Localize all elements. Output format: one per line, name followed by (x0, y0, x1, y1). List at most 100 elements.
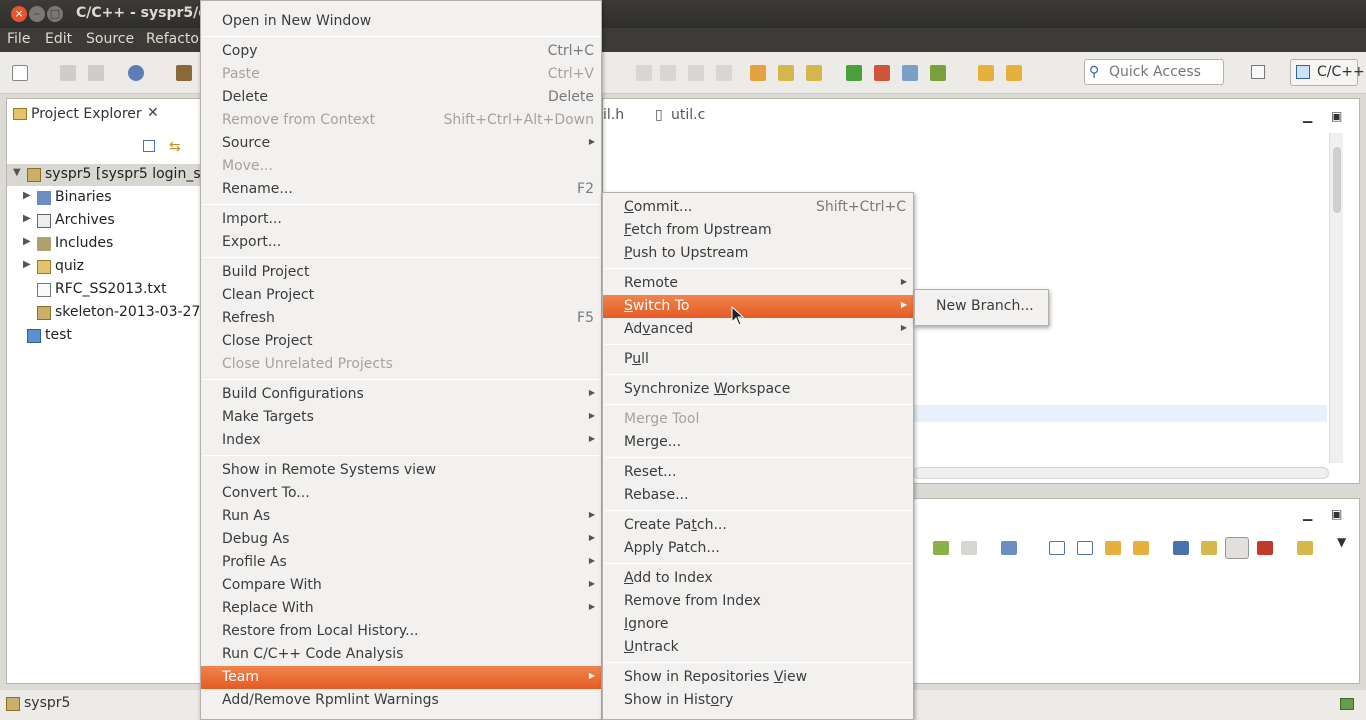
horizontal-scrollbar[interactable] (913, 467, 1329, 479)
menu-item-convert-to[interactable]: Convert To... (201, 482, 601, 505)
menu-item-merge[interactable]: Merge... (603, 431, 913, 454)
menu-item-run-code-analysis[interactable]: Run C/C++ Code Analysis (201, 643, 601, 666)
arrow-up-icon[interactable] (1133, 541, 1149, 555)
vertical-scrollbar[interactable] (1329, 133, 1343, 463)
collapse-all-icon[interactable] (143, 140, 155, 152)
menu-item-import[interactable]: Import... (201, 208, 601, 231)
menu-item-team[interactable]: Team ▶ (201, 666, 601, 689)
window-minimize-button[interactable]: – (29, 6, 45, 22)
menu-item-merge-tool[interactable]: Merge Tool (603, 408, 913, 431)
menu-item-reset[interactable]: Reset... (603, 461, 913, 484)
panel-tool-icon[interactable] (933, 541, 949, 555)
menu-refactor[interactable]: Refacto (146, 31, 199, 47)
build-hammer-icon[interactable] (176, 65, 192, 81)
settings-icon[interactable] (128, 65, 144, 81)
menu-item-apply-patch[interactable]: Apply Patch... (603, 537, 913, 560)
minimize-icon[interactable]: ▁ (1303, 507, 1312, 521)
expand-icon[interactable] (1049, 541, 1065, 555)
toolbar-icon[interactable] (660, 65, 676, 81)
menu-item-export[interactable]: Export... (201, 231, 601, 254)
menu-item-clean-project[interactable]: Clean Project (201, 284, 601, 307)
panel-tool-icon[interactable] (1173, 541, 1189, 555)
menu-item-paste[interactable]: Paste Ctrl+V (201, 63, 601, 86)
menu-item-remove-from-index[interactable]: Remove from Index (603, 590, 913, 613)
menu-item-rename[interactable]: Rename... F2 (201, 178, 601, 201)
window-close-button[interactable]: × (11, 6, 27, 22)
menu-item-rpmlint-warnings[interactable]: Add/Remove Rpmlint Warnings (201, 689, 601, 712)
panel-tool-icon[interactable] (1257, 541, 1273, 555)
tab-project-explorer[interactable]: Project Explorer ✕ (7, 99, 167, 129)
expand-arrow-icon[interactable]: ▼ (13, 167, 21, 178)
menu-item-rebase[interactable]: Rebase... (603, 484, 913, 507)
panel-tool-icon[interactable] (1201, 541, 1217, 555)
menu-item-refresh[interactable]: Refresh F5 (201, 307, 601, 330)
menu-item-advanced[interactable]: Advanced ▶ (603, 318, 913, 341)
menu-edit[interactable]: Edit (45, 31, 72, 47)
panel-tool-icon[interactable] (1297, 541, 1313, 555)
menu-source[interactable]: Source (86, 31, 134, 47)
new-icon[interactable] (12, 65, 28, 81)
menu-item-untrack[interactable]: Untrack (603, 636, 913, 659)
menu-item-copy[interactable]: Copy Ctrl+C (201, 40, 601, 63)
menu-item-move[interactable]: Move... (201, 155, 601, 178)
git-icon[interactable] (750, 65, 766, 81)
toolbar-icon[interactable] (636, 65, 652, 81)
menu-item-remove-from-context[interactable]: Remove from Context Shift+Ctrl+Alt+Down (201, 109, 601, 132)
expand-arrow-icon[interactable]: ▶ (23, 190, 31, 201)
tab-util-c[interactable]: util.c (671, 107, 705, 123)
menu-item-add-to-index[interactable]: Add to Index (603, 567, 913, 590)
menu-item-debug-as[interactable]: Debug As ▶ (201, 528, 601, 551)
tree-item[interactable]: ▶ Archives (7, 210, 207, 232)
menu-item-switch-to[interactable]: Switch To ▶ (603, 295, 913, 318)
toggle-button[interactable] (1225, 537, 1249, 559)
menu-item-pull[interactable]: Pull (603, 348, 913, 371)
arrow-down-icon[interactable] (1105, 541, 1121, 555)
menu-item-show-in-remote-systems[interactable]: Show in Remote Systems view (201, 459, 601, 482)
menu-item-replace-with[interactable]: Replace With ▶ (201, 597, 601, 620)
minimize-icon[interactable]: ▁ (1303, 109, 1312, 123)
tree-item[interactable]: test (7, 325, 207, 347)
menu-item-show-repositories-view[interactable]: Show in Repositories View (603, 666, 913, 689)
quick-access-input[interactable] (1109, 63, 1221, 81)
menu-item-push-upstream[interactable]: Push to Upstream (603, 242, 913, 265)
menu-item-compare-with[interactable]: Compare With ▶ (201, 574, 601, 597)
menu-item-delete[interactable]: Delete Delete (201, 86, 601, 109)
expand-arrow-icon[interactable]: ▶ (23, 259, 31, 270)
menu-file[interactable]: File (7, 31, 30, 47)
menu-item-make-targets[interactable]: Make Targets ▶ (201, 406, 601, 429)
menu-item-create-patch[interactable]: Create Patch... (603, 514, 913, 537)
menu-item-synchronize-workspace[interactable]: Synchronize Workspace (603, 378, 913, 401)
git-icon[interactable] (930, 65, 946, 81)
git-icon[interactable] (778, 65, 794, 81)
menu-item-build-project[interactable]: Build Project (201, 261, 601, 284)
menu-item-show-history[interactable]: Show in History (603, 689, 913, 712)
menu-item-close-unrelated-projects[interactable]: Close Unrelated Projects (201, 353, 601, 376)
menu-item-fetch-upstream[interactable]: Fetch from Upstream (603, 219, 913, 242)
menu-item-build-configurations[interactable]: Build Configurations ▶ (201, 383, 601, 406)
tree-item[interactable]: RFC_SS2013.txt (7, 279, 207, 301)
git-icon[interactable] (1006, 65, 1022, 81)
panel-tool-icon[interactable] (1001, 541, 1017, 555)
toolbar-icon[interactable] (716, 65, 732, 81)
menu-item-new-branch[interactable]: New Branch... (915, 295, 1048, 318)
menu-item-profile-as[interactable]: Profile As ▶ (201, 551, 601, 574)
save-icon[interactable] (60, 65, 76, 81)
panel-tool-icon[interactable] (961, 541, 977, 555)
menu-item-close-project[interactable]: Close Project (201, 330, 601, 353)
tree-item[interactable]: ▶ quiz (7, 256, 207, 278)
add-icon[interactable] (846, 65, 862, 81)
expand-arrow-icon[interactable]: ▶ (23, 236, 31, 247)
tree-item[interactable]: ▼ syspr5 [syspr5 login_se (7, 164, 207, 186)
view-menu-icon[interactable]: ▼ (1337, 535, 1346, 549)
save-all-icon[interactable] (88, 65, 104, 81)
git-icon[interactable] (806, 65, 822, 81)
maximize-icon[interactable]: ▣ (1331, 109, 1342, 123)
tree-item[interactable]: skeleton-2013-03-27.t (7, 302, 207, 324)
menu-item-remote[interactable]: Remote ▶ (603, 272, 913, 295)
link-editor-icon[interactable]: ⇆ (169, 139, 181, 155)
menu-item-restore-local-history[interactable]: Restore from Local History... (201, 620, 601, 643)
collapse-icon[interactable] (1077, 541, 1093, 555)
menu-item-commit[interactable]: Commit... Shift+Ctrl+C (603, 196, 913, 219)
expand-arrow-icon[interactable]: ▶ (23, 213, 31, 224)
menu-item-run-as[interactable]: Run As ▶ (201, 505, 601, 528)
